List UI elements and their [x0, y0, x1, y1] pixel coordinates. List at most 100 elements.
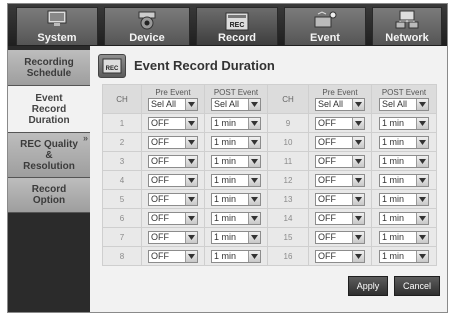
chevron-down-icon	[352, 98, 364, 110]
pre-event-dropdown[interactable]: OFF	[148, 192, 198, 206]
pre-event-cell: OFF	[141, 132, 205, 152]
sidebar-item-rec-quality-resolution[interactable]: » REC Quality & Resolution	[8, 133, 90, 178]
tab-record[interactable]: REC Record	[196, 7, 278, 45]
post-event-cell: 1 min	[204, 151, 268, 171]
apply-button[interactable]: Apply	[348, 276, 388, 296]
post-event-dropdown[interactable]: 1 min	[211, 173, 261, 187]
post-event-dropdown[interactable]: 1 min	[211, 154, 261, 168]
tab-label: Event	[310, 32, 340, 44]
post-event-dropdown[interactable]: 1 min	[211, 135, 261, 149]
post-event-cell: 1 min	[371, 189, 437, 209]
chevron-down-icon	[352, 250, 364, 262]
tab-system[interactable]: System	[16, 7, 98, 45]
chevron-down-icon	[352, 117, 364, 129]
pre-event-dropdown[interactable]: OFF	[315, 192, 365, 206]
pre-event-dropdown[interactable]: OFF	[148, 173, 198, 187]
pre-event-dropdown[interactable]: OFF	[315, 173, 365, 187]
table-row: 3 OFF 1 min 11 OFF 1 min	[102, 151, 437, 171]
post-event-cell: 1 min	[371, 208, 437, 228]
pre-event-dropdown[interactable]: OFF	[315, 135, 365, 149]
post-event-dropdown[interactable]: 1 min	[379, 135, 429, 149]
cancel-button[interactable]: Cancel	[394, 276, 440, 296]
sidebar-item-label: Event Record Duration	[28, 92, 70, 126]
post-event-dropdown[interactable]: 1 min	[379, 154, 429, 168]
pre-event-header: Pre Event Sel All	[141, 84, 205, 114]
tab-network[interactable]: Network	[372, 7, 442, 45]
post-event-dropdown[interactable]: 1 min	[379, 173, 429, 187]
pre-event-select-all[interactable]: Sel All	[315, 97, 365, 111]
post-event-dropdown[interactable]: 1 min	[379, 211, 429, 225]
chevron-down-icon	[416, 98, 428, 110]
channel-number: 13	[267, 189, 309, 209]
channel-number: 10	[267, 132, 309, 152]
channel-number: 15	[267, 227, 309, 247]
sidebar: Recording Schedule Event Record Duration…	[8, 46, 90, 312]
chevron-down-icon	[248, 174, 260, 186]
post-event-dropdown[interactable]: 1 min	[211, 249, 261, 263]
post-event-select-all[interactable]: Sel All	[211, 97, 261, 111]
channel-number: 4	[102, 170, 142, 190]
pre-event-cell: OFF	[308, 170, 372, 190]
chevron-down-icon	[185, 136, 197, 148]
pre-event-cell: OFF	[308, 113, 372, 133]
pre-event-cell: OFF	[141, 170, 205, 190]
pre-event-dropdown[interactable]: OFF	[315, 249, 365, 263]
post-event-dropdown[interactable]: 1 min	[211, 192, 261, 206]
post-event-dropdown[interactable]: 1 min	[211, 211, 261, 225]
pre-event-dropdown[interactable]: OFF	[148, 230, 198, 244]
chevron-down-icon	[352, 212, 364, 224]
pre-event-select-all[interactable]: Sel All	[148, 97, 198, 111]
chevron-down-icon	[352, 136, 364, 148]
sidebar-item-recording-schedule[interactable]: Recording Schedule	[8, 50, 90, 86]
pre-event-dropdown[interactable]: OFF	[148, 116, 198, 130]
channel-number: 2	[102, 132, 142, 152]
chevron-down-icon	[248, 155, 260, 167]
post-event-dropdown[interactable]: 1 min	[211, 230, 261, 244]
channel-number: 16	[267, 246, 309, 266]
table-row: 1 OFF 1 min 9 OFF 1 min	[102, 113, 437, 133]
chevron-down-icon	[185, 231, 197, 243]
pre-event-dropdown[interactable]: OFF	[315, 116, 365, 130]
chevron-down-icon	[248, 250, 260, 262]
chevron-down-icon	[416, 250, 428, 262]
chevron-down-icon	[416, 212, 428, 224]
tab-device[interactable]: Device	[104, 7, 190, 45]
tab-event[interactable]: Event	[284, 7, 366, 45]
pre-event-cell: OFF	[308, 189, 372, 209]
post-event-dropdown[interactable]: 1 min	[379, 116, 429, 130]
pre-event-dropdown[interactable]: OFF	[315, 230, 365, 244]
chevron-down-icon	[248, 231, 260, 243]
post-event-dropdown[interactable]: 1 min	[379, 249, 429, 263]
content-panel: REC Event Record Duration CH Pre Event S…	[90, 46, 447, 312]
post-event-header: POST Event Sel All	[204, 84, 268, 114]
pre-event-dropdown[interactable]: OFF	[315, 154, 365, 168]
post-event-dropdown[interactable]: 1 min	[379, 230, 429, 244]
table-row: 5 OFF 1 min 13 OFF 1 min	[102, 189, 437, 209]
pre-event-cell: OFF	[308, 208, 372, 228]
table-row: 7 OFF 1 min 15 OFF 1 min	[102, 227, 437, 247]
post-event-dropdown[interactable]: 1 min	[379, 192, 429, 206]
pre-event-dropdown[interactable]: OFF	[148, 249, 198, 263]
channel-number: 1	[102, 113, 142, 133]
chevron-down-icon	[248, 98, 260, 110]
chevron-down-icon	[416, 155, 428, 167]
pre-event-dropdown[interactable]: OFF	[315, 211, 365, 225]
chevron-down-icon	[185, 117, 197, 129]
expand-chevron-icon: »	[82, 133, 88, 143]
sidebar-item-event-record-duration[interactable]: Event Record Duration	[8, 86, 90, 133]
pre-event-dropdown[interactable]: OFF	[148, 211, 198, 225]
tab-label: System	[37, 32, 77, 44]
post-event-cell: 1 min	[204, 227, 268, 247]
ch-header: CH	[267, 84, 309, 114]
post-event-select-all[interactable]: Sel All	[379, 97, 429, 111]
pre-event-label: Pre Event	[322, 87, 358, 97]
rec-title-icon: REC	[98, 54, 126, 78]
channel-number: 7	[102, 227, 142, 247]
chevron-down-icon	[352, 155, 364, 167]
pre-event-dropdown[interactable]: OFF	[148, 154, 198, 168]
post-event-cell: 1 min	[204, 170, 268, 190]
post-event-cell: 1 min	[371, 132, 437, 152]
post-event-dropdown[interactable]: 1 min	[211, 116, 261, 130]
pre-event-dropdown[interactable]: OFF	[148, 135, 198, 149]
sidebar-item-record-option[interactable]: Record Option	[8, 178, 90, 213]
